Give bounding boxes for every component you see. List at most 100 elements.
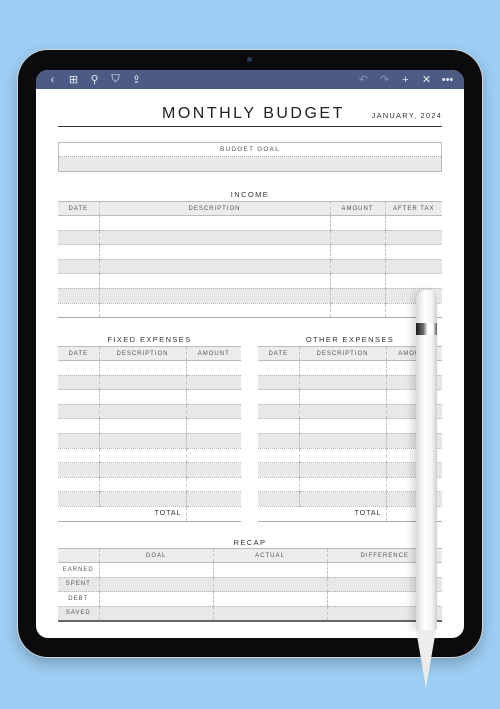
table-cell[interactable]: [329, 259, 385, 275]
table-cell[interactable]: [258, 360, 299, 376]
table-row: [58, 244, 442, 260]
grid-icon[interactable]: ⊞: [63, 70, 84, 89]
table-cell[interactable]: [298, 462, 386, 478]
table-cell[interactable]: [384, 259, 442, 275]
table-cell[interactable]: [298, 404, 386, 420]
bookmark-icon[interactable]: ⛉: [105, 70, 126, 89]
table-cell[interactable]: [98, 462, 186, 478]
table-cell[interactable]: [98, 433, 186, 449]
table-cell[interactable]: [98, 562, 213, 578]
table-cell[interactable]: [298, 477, 386, 493]
table-cell[interactable]: [384, 244, 442, 260]
table-cell[interactable]: [98, 230, 330, 246]
table-cell[interactable]: [329, 288, 385, 304]
table-cell[interactable]: [384, 230, 442, 246]
table-cell[interactable]: [298, 389, 386, 405]
more-icon[interactable]: •••: [437, 70, 458, 89]
table-cell[interactable]: [98, 418, 186, 434]
table-cell[interactable]: [98, 404, 186, 420]
table-cell[interactable]: [58, 462, 99, 478]
table-cell[interactable]: [58, 288, 99, 304]
table-cell[interactable]: [98, 577, 213, 593]
table-cell[interactable]: [98, 360, 186, 376]
table-cell[interactable]: [384, 273, 442, 289]
table-cell[interactable]: [212, 562, 327, 578]
total-row: TOTAL: [58, 506, 241, 522]
table-cell[interactable]: [212, 591, 327, 607]
table-cell[interactable]: [258, 491, 299, 507]
search-icon[interactable]: ⚲: [84, 70, 105, 89]
table-cell[interactable]: [298, 491, 386, 507]
undo-icon[interactable]: ↶: [353, 70, 374, 89]
table-cell[interactable]: [329, 244, 385, 260]
share-icon[interactable]: ⇪: [126, 70, 147, 89]
table-cell[interactable]: [58, 375, 99, 391]
table-cell[interactable]: [212, 606, 327, 622]
table-cell[interactable]: [258, 404, 299, 420]
table-cell[interactable]: [258, 477, 299, 493]
table-cell[interactable]: [58, 418, 99, 434]
table-cell[interactable]: [98, 215, 330, 231]
table-cell[interactable]: [258, 418, 299, 434]
table-cell[interactable]: [58, 244, 99, 260]
total-value[interactable]: [185, 506, 241, 522]
table-cell[interactable]: [58, 404, 99, 420]
tablet-device: ‹ ⊞ ⚲ ⛉ ⇪ ↶ ↷ + ✕ ••• MONTHLY BUDGET JANUARY, 20…: [18, 50, 482, 657]
table-cell[interactable]: [185, 491, 241, 507]
table-cell[interactable]: [185, 375, 241, 391]
table-cell[interactable]: [98, 389, 186, 405]
table-cell[interactable]: [58, 477, 99, 493]
table-cell[interactable]: [185, 418, 241, 434]
table-cell[interactable]: [58, 389, 99, 405]
table-cell[interactable]: [58, 491, 99, 507]
table-cell[interactable]: [298, 448, 386, 464]
table-cell[interactable]: [98, 606, 213, 622]
table-cell[interactable]: [298, 375, 386, 391]
table-cell[interactable]: [185, 477, 241, 493]
back-icon[interactable]: ‹: [42, 70, 63, 89]
tools-icon[interactable]: ✕: [416, 70, 437, 89]
table-cell[interactable]: [98, 375, 186, 391]
table-cell[interactable]: [329, 215, 385, 231]
table-cell[interactable]: [258, 462, 299, 478]
table-cell[interactable]: [58, 448, 99, 464]
table-cell[interactable]: [258, 433, 299, 449]
table-cell[interactable]: [98, 273, 330, 289]
table-cell[interactable]: [98, 448, 186, 464]
table-row: [258, 375, 442, 391]
table-cell[interactable]: [98, 244, 330, 260]
table-cell[interactable]: [298, 418, 386, 434]
table-cell[interactable]: [98, 491, 186, 507]
table-cell[interactable]: [98, 303, 330, 319]
table-cell[interactable]: [298, 360, 386, 376]
table-cell[interactable]: [258, 389, 299, 405]
table-cell[interactable]: [98, 288, 330, 304]
table-cell[interactable]: [58, 259, 99, 275]
table-cell[interactable]: [58, 215, 99, 231]
table-cell[interactable]: [329, 303, 385, 319]
table-cell[interactable]: [98, 477, 186, 493]
table-cell[interactable]: [98, 591, 213, 607]
table-cell[interactable]: [258, 375, 299, 391]
table-cell[interactable]: [185, 462, 241, 478]
table-cell[interactable]: [185, 433, 241, 449]
redo-icon[interactable]: ↷: [374, 70, 395, 89]
budget-goal-field[interactable]: [59, 157, 441, 171]
table-cell[interactable]: [329, 230, 385, 246]
table-cell[interactable]: [58, 360, 99, 376]
table-cell[interactable]: [258, 448, 299, 464]
table-cell[interactable]: [58, 273, 99, 289]
table-cell[interactable]: [185, 404, 241, 420]
table-cell[interactable]: [298, 433, 386, 449]
table-cell[interactable]: [185, 448, 241, 464]
add-icon[interactable]: +: [395, 70, 416, 89]
table-cell[interactable]: [212, 577, 327, 593]
table-cell[interactable]: [185, 360, 241, 376]
table-cell[interactable]: [58, 303, 99, 319]
table-cell[interactable]: [58, 433, 99, 449]
table-cell[interactable]: [384, 215, 442, 231]
table-cell[interactable]: [58, 230, 99, 246]
table-cell[interactable]: [185, 389, 241, 405]
table-cell[interactable]: [329, 273, 385, 289]
table-cell[interactable]: [98, 259, 330, 275]
